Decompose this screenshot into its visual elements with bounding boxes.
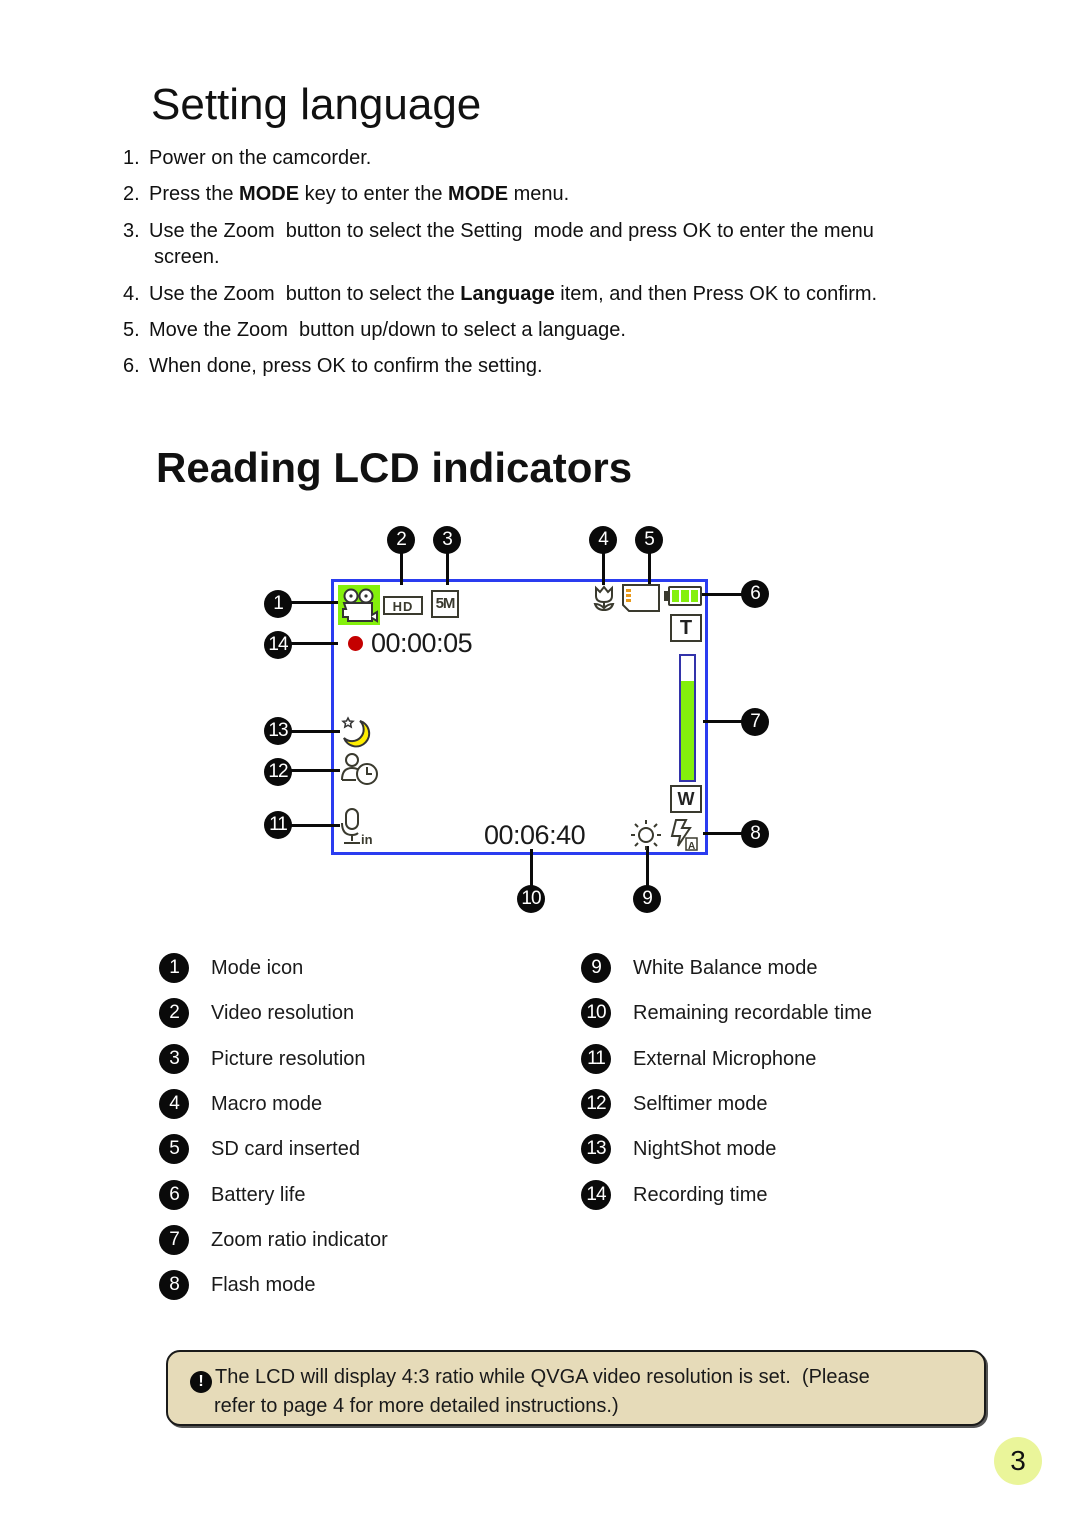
callout-1: 1 [264, 590, 292, 618]
selftimer-icon [341, 753, 378, 785]
exclamation-icon: ! [190, 1371, 212, 1393]
lcd-screen-frame [331, 579, 708, 855]
callout-2: 2 [387, 526, 415, 554]
legend-item: 12 Selftimer mode [581, 1089, 768, 1119]
flash-auto-icon: A [670, 819, 698, 852]
zoom-wide-icon: W [670, 785, 702, 813]
5m-resolution-icon: 5M [431, 590, 459, 618]
note-box: ! The LCD will display 4:3 ratio while QV… [166, 1350, 986, 1426]
legend-item: 11 External Microphone [581, 1044, 816, 1074]
callout-line-7 [703, 720, 745, 723]
recording-time: 00:00:05 [371, 628, 473, 658]
callout-line-14 [290, 642, 338, 645]
callout-11: 11 [264, 811, 292, 839]
callout-7: 7 [741, 708, 769, 736]
page-number: 3 [994, 1437, 1042, 1485]
callout-6: 6 [741, 580, 769, 608]
lcd-diagram: 1 2 3 4 5 6 7 8 9 10 11 12 13 14 HD 5M T… [0, 0, 1080, 930]
callout-line-9 [646, 846, 649, 888]
white-balance-sun-icon [631, 820, 661, 850]
legend-item: 3 Picture resolution [159, 1044, 366, 1074]
legend-item: 7 Zoom ratio indicator [159, 1225, 388, 1255]
callout-line-3 [446, 553, 449, 585]
legend-item: 14 Recording time [581, 1180, 768, 1210]
note-line-2: refer to page 4 for more detailed instru… [214, 1395, 619, 1417]
video-camera-mode-icon [338, 585, 380, 625]
callout-line-8 [703, 832, 745, 835]
callout-14: 14 [264, 631, 292, 659]
callout-line-1 [290, 601, 340, 604]
sd-card-icon [622, 584, 660, 612]
callout-line-5 [648, 553, 651, 585]
callout-9: 9 [633, 885, 661, 913]
legend-item: 1 Mode icon [159, 953, 303, 983]
battery-cell [681, 590, 689, 602]
macro-flower-icon [593, 585, 615, 612]
zoom-ratio-fill [681, 681, 694, 780]
legend-item: 13 NightShot mode [581, 1134, 776, 1164]
hd-resolution-icon: HD [383, 596, 423, 615]
battery-icon [664, 586, 704, 606]
callout-line-10 [530, 849, 533, 889]
legend-item: 6 Battery life [159, 1180, 305, 1210]
callout-line-11 [290, 824, 340, 827]
callout-line-4 [602, 553, 605, 585]
battery-cell [672, 590, 680, 602]
callout-line-2 [400, 553, 403, 585]
callout-8: 8 [741, 820, 769, 848]
legend-item: 4 Macro mode [159, 1089, 322, 1119]
callout-4: 4 [589, 526, 617, 554]
record-dot-icon [348, 636, 363, 651]
svg-text:in: in [361, 832, 373, 847]
callout-3: 3 [433, 526, 461, 554]
callout-line-12 [290, 769, 340, 772]
legend-item: 5 SD card inserted [159, 1134, 360, 1164]
callout-10: 10 [517, 885, 545, 913]
nightshot-moon-icon [341, 716, 371, 748]
zoom-ratio-bar [679, 654, 696, 782]
legend-item: 2 Video resolution [159, 998, 354, 1028]
external-microphone-icon: in [341, 808, 373, 847]
legend-item: 8 Flash mode [159, 1270, 316, 1300]
callout-12: 12 [264, 758, 292, 786]
note-line-1: The LCD will display 4:3 ratio while QVG… [215, 1366, 870, 1388]
callout-line-6 [700, 593, 744, 596]
zoom-tele-icon: T [670, 614, 702, 642]
callout-5: 5 [635, 526, 663, 554]
callout-line-13 [290, 730, 340, 733]
legend-item: 9 White Balance mode [581, 953, 818, 983]
remaining-recordable-time: 00:06:40 [484, 820, 586, 850]
legend-item: 10 Remaining recordable time [581, 998, 872, 1028]
battery-cell [690, 590, 698, 602]
callout-13: 13 [264, 717, 292, 745]
svg-text:A: A [688, 841, 695, 852]
